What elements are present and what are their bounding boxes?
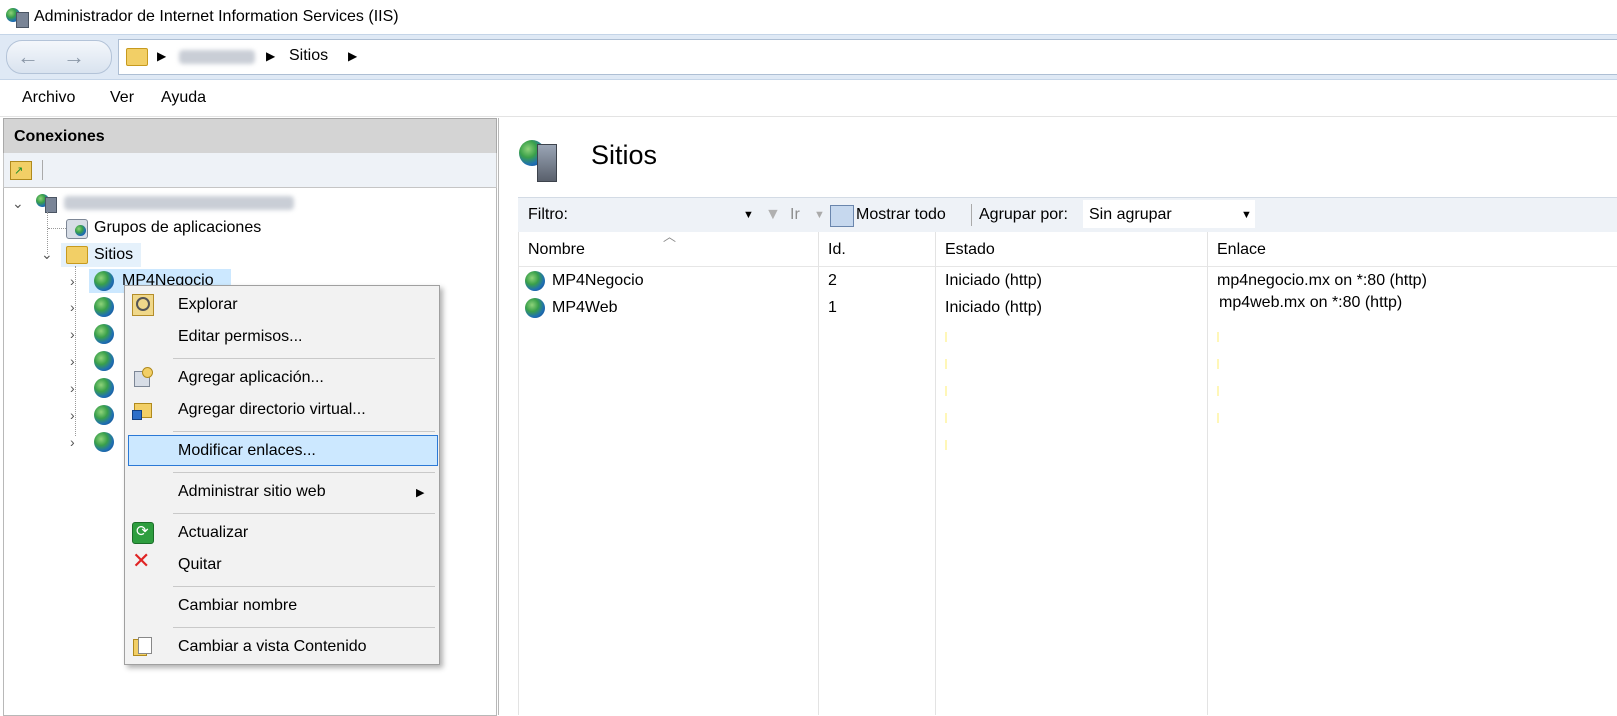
menu-item-switch-content-view[interactable]: Cambiar a vista Contenido <box>178 638 367 656</box>
filter-bar: Filtro: ▼ ▼ Ir ▼ Mostrar todo Agrupar po… <box>518 197 1617 233</box>
server-icon <box>36 194 58 213</box>
page-title: Sitios <box>591 140 658 170</box>
cell-binding: mp4web.mx on *:80 (http) <box>1219 294 1403 311</box>
expand-chevron-icon[interactable]: › <box>70 273 75 289</box>
group-by-label: Agrupar por: <box>979 206 1068 223</box>
sort-ascending-icon: ︿ <box>663 229 677 244</box>
application-pools-icon <box>66 219 88 239</box>
site-globe-icon <box>525 271 545 291</box>
folder-icon <box>126 48 148 66</box>
blurred-server-node[interactable] <box>64 196 294 210</box>
sites-feature-icon <box>519 138 559 182</box>
menu-ver[interactable]: Ver <box>110 89 134 107</box>
address-bar: ← → ▶ ▶ Sitios ▶ <box>0 34 1617 80</box>
cell-state: Iniciado (http) <box>945 299 1042 316</box>
filter-input[interactable] <box>580 202 750 226</box>
add-virtual-directory-icon <box>132 399 152 420</box>
go-button[interactable]: Ir <box>790 206 800 224</box>
filter-dropdown-arrow-icon[interactable]: ▼ <box>743 209 754 221</box>
cell-name: MP4Web <box>552 299 618 316</box>
show-all-icon[interactable] <box>830 205 854 227</box>
breadcrumb-arrow-icon[interactable]: ▶ <box>157 49 166 63</box>
menu-item-manage-website[interactable]: Administrar sitio web <box>178 483 326 501</box>
column-header-name[interactable]: Nombre <box>528 241 585 259</box>
submenu-arrow-icon: ▶ <box>416 487 425 499</box>
explore-icon <box>132 294 154 316</box>
column-header-binding[interactable]: Enlace <box>1217 241 1266 259</box>
expand-chevron-icon[interactable]: › <box>70 380 75 396</box>
cell-state: Iniciado (http) <box>945 272 1042 289</box>
breadcrumb-sites[interactable]: Sitios <box>289 47 328 65</box>
connections-title: Conexiones <box>14 128 105 145</box>
table-row[interactable]: MP4Web 1 Iniciado (http) mp4web.mx on *:… <box>519 294 1617 321</box>
expand-chevron-icon[interactable]: › <box>70 434 75 450</box>
go-filter-icon[interactable]: ▼ <box>765 206 781 224</box>
filter-label: Filtro: <box>528 206 568 223</box>
nav-buttons: ← → <box>6 40 112 74</box>
site-globe-icon[interactable] <box>94 405 114 425</box>
grid-header: ︿ Nombre Id. Estado Enlace <box>518 229 1617 267</box>
title-bar: Administrador de Internet Information Se… <box>0 0 1617 34</box>
collapse-chevron-icon[interactable]: ⌄ <box>41 246 53 263</box>
back-arrow-icon[interactable]: ← <box>17 44 39 70</box>
add-application-icon <box>132 367 153 387</box>
connections-header: Conexiones <box>3 118 497 154</box>
window-title: Administrador de Internet Information Se… <box>34 8 399 25</box>
menu-item-explore[interactable]: Explorar <box>178 296 238 314</box>
table-row[interactable]: MP4Negocio 2 Iniciado (http) mp4negocio.… <box>519 268 1617 294</box>
group-by-select[interactable]: Sin agrupar ▼ <box>1083 200 1255 228</box>
create-connection-icon[interactable]: ↗ <box>10 161 32 180</box>
site-globe-icon[interactable] <box>94 432 114 452</box>
menu-item-rename[interactable]: Cambiar nombre <box>178 597 297 615</box>
cell-binding: mp4negocio.mx on *:80 (http) <box>1217 272 1427 289</box>
site-globe-icon[interactable] <box>94 324 114 344</box>
breadcrumb-arrow-icon[interactable]: ▶ <box>266 49 275 63</box>
sites-folder-icon <box>66 246 88 264</box>
show-all-button[interactable]: Mostrar todo <box>856 206 946 224</box>
menu-bar: Archivo Ver Ayuda <box>0 80 1617 117</box>
menu-item-edit-permissions[interactable]: Editar permisos... <box>178 328 302 346</box>
site-globe-icon <box>94 271 114 291</box>
main-pane: Sitios Filtro: ▼ ▼ Ir ▼ Mostrar todo Agr… <box>498 118 1617 715</box>
breadcrumb-arrow-icon[interactable]: ▶ <box>348 49 357 63</box>
context-menu: Explorar Editar permisos... Agregar apli… <box>124 285 440 665</box>
tree-item-sites[interactable]: Sitios <box>94 246 133 264</box>
menu-item-edit-bindings[interactable]: Modificar enlaces... <box>178 442 316 460</box>
expand-chevron-icon[interactable]: › <box>70 299 75 315</box>
menu-item-add-virtual-directory[interactable]: Agregar directorio virtual... <box>178 401 366 419</box>
go-dropdown-arrow-icon[interactable]: ▼ <box>814 209 825 221</box>
expand-chevron-icon[interactable]: › <box>70 407 75 423</box>
content-view-icon <box>132 636 152 656</box>
connections-toolbar: ↗ <box>3 153 497 188</box>
expand-chevron-icon[interactable]: › <box>70 353 75 369</box>
menu-item-refresh[interactable]: Actualizar <box>178 524 248 542</box>
cell-name: MP4Negocio <box>552 272 644 289</box>
menu-archivo[interactable]: Archivo <box>22 89 75 107</box>
forward-arrow-icon[interactable]: → <box>63 44 85 70</box>
remove-icon: ✕ <box>132 548 151 573</box>
site-globe-icon[interactable] <box>94 297 114 317</box>
group-by-value: Sin agrupar <box>1089 206 1172 223</box>
expand-chevron-icon[interactable]: › <box>70 326 75 342</box>
column-header-id[interactable]: Id. <box>828 241 846 259</box>
blurred-server-name <box>179 50 255 64</box>
cell-id: 2 <box>828 272 837 289</box>
address-field[interactable]: ▶ ▶ Sitios ▶ <box>118 39 1617 75</box>
select-arrow-icon[interactable]: ▼ <box>1241 209 1252 221</box>
tree-item-app-pools[interactable]: Grupos de aplicaciones <box>94 219 261 237</box>
menu-item-remove[interactable]: Quitar <box>178 556 222 574</box>
site-globe-icon[interactable] <box>94 351 114 371</box>
cell-id: 1 <box>828 299 837 316</box>
menu-ayuda[interactable]: Ayuda <box>161 89 206 107</box>
collapse-chevron-icon[interactable]: ⌄ <box>12 195 24 212</box>
menu-item-add-application[interactable]: Agregar aplicación... <box>178 369 324 387</box>
iis-app-icon <box>6 8 29 28</box>
site-globe-icon <box>525 298 545 318</box>
column-header-state[interactable]: Estado <box>945 241 995 259</box>
site-globe-icon[interactable] <box>94 378 114 398</box>
refresh-icon: ⟳ <box>132 522 154 544</box>
